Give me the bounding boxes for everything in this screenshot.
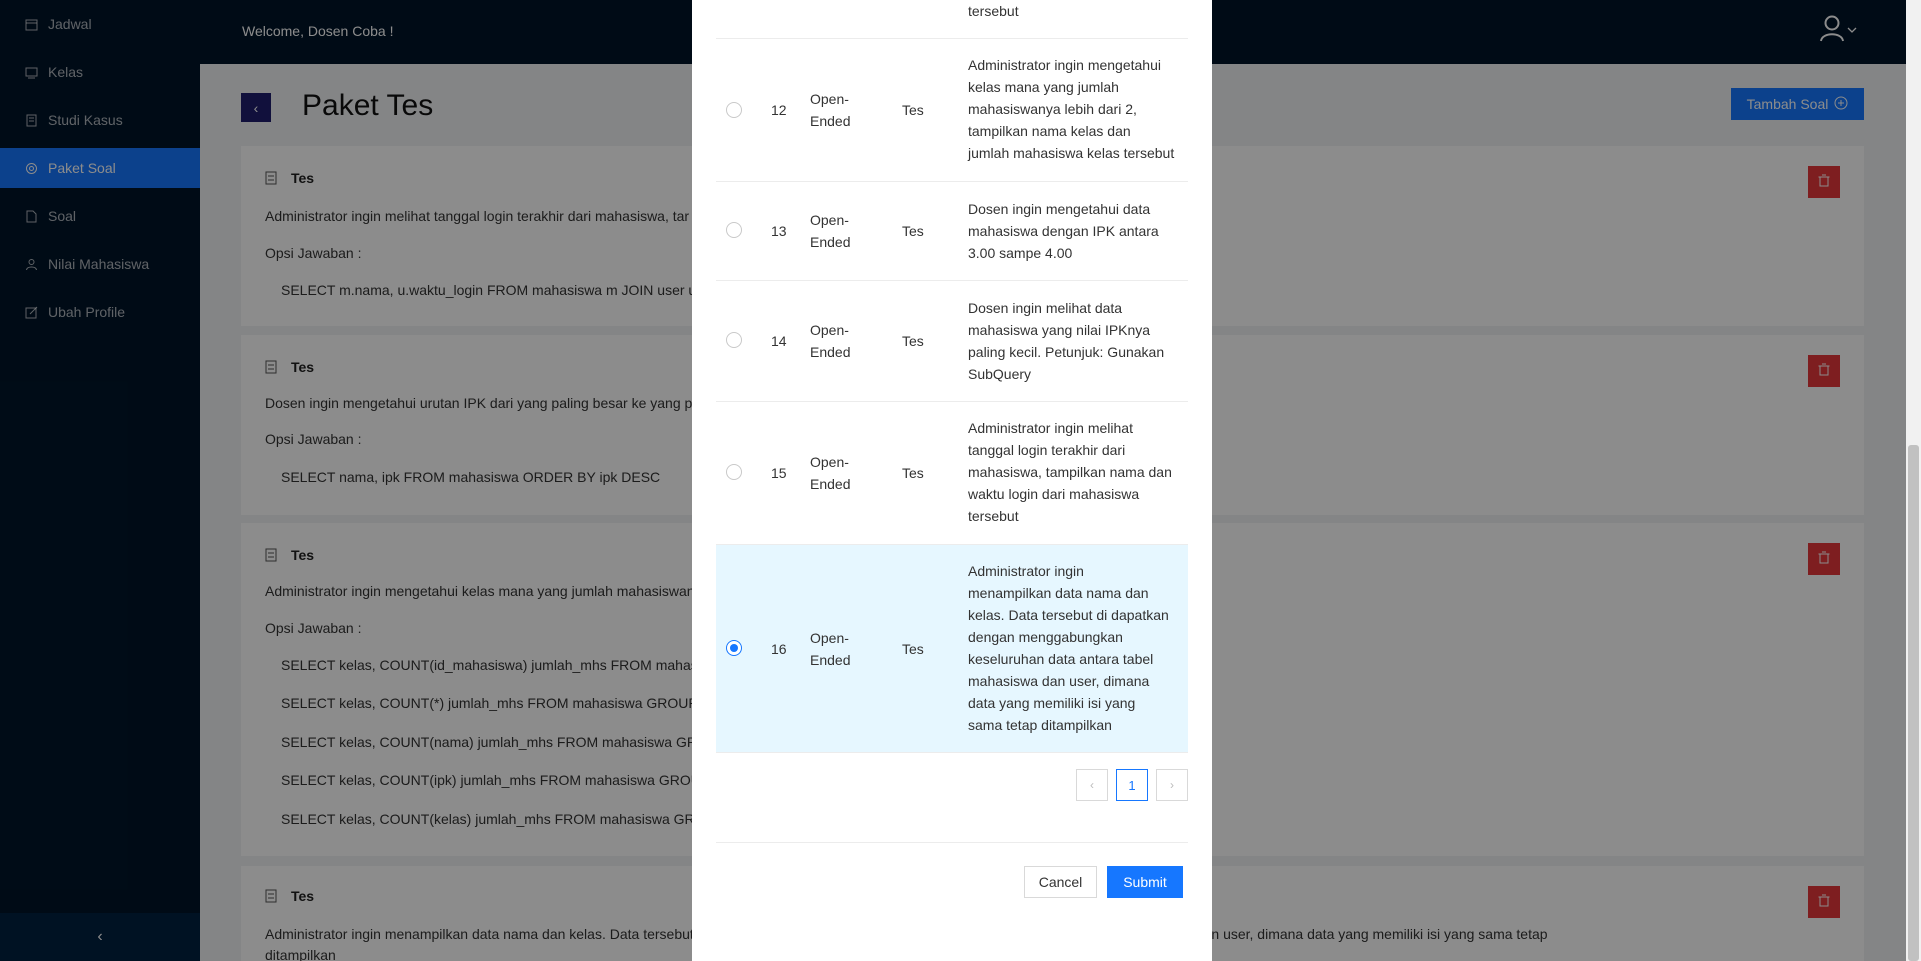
type-line: Open- [810,630,849,646]
type-line: Ended [810,476,851,492]
table-row[interactable]: 15 Open- Ended Tes Administrator ingin me… [716,402,1188,545]
type-line: Open- [810,212,849,228]
no-cell: 15 [771,465,787,481]
type-cell: Open- Ended [810,319,850,363]
desc-line: data yang memiliki isi yang [968,695,1136,711]
type-line: Ended [810,652,851,668]
paket-cell: Tes [902,465,924,481]
desc-cell: tersebut [968,3,1019,19]
cancel-button[interactable]: Cancel [1024,866,1097,898]
no-cell: 13 [771,223,787,239]
desc-line: menampilkan data nama dan [968,585,1149,601]
row-radio-checked[interactable] [726,640,742,656]
submit-button[interactable]: Submit [1107,866,1183,898]
desc-line: SubQuery [968,366,1032,382]
type-line: Open- [810,322,849,338]
no-cell: 12 [771,102,787,118]
table-row-selected[interactable]: 16 Open- Ended Tes Administrator ingin me… [716,545,1188,753]
desc-line: paling kecil. Petunjuk: Gunakan [968,344,1165,360]
desc-line: mahasiswa yang nilai IPKnya [968,322,1151,338]
desc-line: Administrator ingin [968,563,1084,579]
desc-line: jumlah mahasiswa kelas tersebut [968,145,1175,161]
desc-line: Administrator ingin melihat [968,420,1133,436]
type-line: Ended [810,234,851,250]
modal-footer-divider [716,842,1188,843]
pager-page-1[interactable]: 1 [1116,769,1148,801]
desc-cell: Administrator ingin mengetahui kelas man… [968,54,1178,164]
desc-cell: Dosen ingin mengetahui data mahasiswa de… [968,198,1178,264]
type-cell: Open- Ended [810,451,850,495]
row-radio[interactable] [726,102,742,118]
desc-line: keseluruhan data antara tabel [968,651,1154,667]
type-line: Ended [810,344,851,360]
type-cell: Open- Ended [810,627,850,671]
table-row[interactable]: tersebut [716,0,1188,39]
table-row[interactable]: 13 Open- Ended Tes Dosen ingin mengetahui… [716,182,1188,281]
desc-line: tanggal login terakhir dari [968,442,1126,458]
type-line: Open- [810,454,849,470]
chevron-left-icon: ‹ [1090,778,1094,792]
pager-prev-button[interactable]: ‹ [1076,769,1108,801]
no-cell: 14 [771,333,787,349]
select-question-modal: tersebut 12 Open- Ended Tes Administrator… [692,0,1212,961]
desc-line: sama tetap ditampilkan [968,717,1112,733]
desc-line: Dosen ingin melihat data [968,300,1123,316]
desc-line: mahasiswa, tampilkan nama dan [968,464,1172,480]
desc-cell: Administrator ingin melihat tanggal logi… [968,417,1178,527]
desc-line: mahasiswa dengan IPK antara [968,223,1159,239]
desc-line: Dosen ingin mengetahui data [968,201,1151,217]
paket-cell: Tes [902,333,924,349]
type-cell: Open- Ended [810,88,850,132]
desc-cell: Dosen ingin melihat data mahasiswa yang … [968,297,1178,385]
table-row[interactable]: 12 Open- Ended Tes Administrator ingin me… [716,39,1188,182]
desc-line: tampilkan nama kelas dan [968,123,1131,139]
table-row[interactable]: 14 Open- Ended Tes Dosen ingin melihat da… [716,281,1188,402]
chevron-right-icon: › [1170,778,1174,792]
desc-line: mahasiswa dan user, dimana [968,673,1150,689]
desc-line: kelas mana yang jumlah [968,79,1119,95]
desc-line: mahasiswanya lebih dari 2, [968,101,1137,117]
row-radio[interactable] [726,222,742,238]
desc-line: Administrator ingin mengetahui [968,57,1161,73]
paket-cell: Tes [902,102,924,118]
row-radio[interactable] [726,464,742,480]
desc-line: dengan menggabungkan [968,629,1123,645]
paket-cell: Tes [902,641,924,657]
type-line: Open- [810,91,849,107]
desc-cell: Administrator ingin menampilkan data nam… [968,560,1178,736]
row-radio[interactable] [726,332,742,348]
scrollbar-thumb[interactable] [1908,445,1919,961]
pager-next-button[interactable]: › [1156,769,1188,801]
paket-cell: Tes [902,223,924,239]
desc-line: waktu login dari mahasiswa [968,486,1140,502]
type-line: Ended [810,113,851,129]
type-cell: Open- Ended [810,209,850,253]
no-cell: 16 [771,641,787,657]
desc-line: kelas. Data tersebut di dapatkan [968,607,1169,623]
desc-line: 3.00 sampe 4.00 [968,245,1073,261]
desc-line: tersebut [968,508,1019,524]
